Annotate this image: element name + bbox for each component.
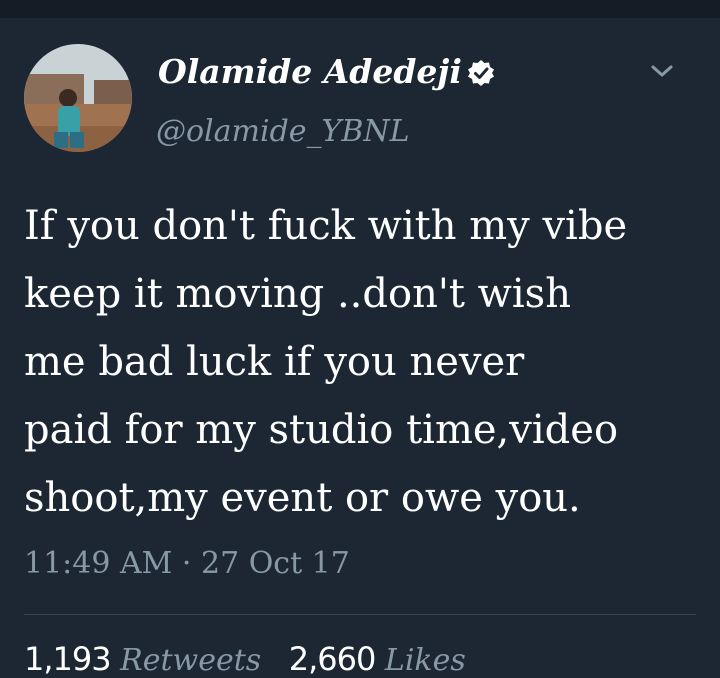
divider — [24, 614, 696, 615]
retweets-label[interactable]: Retweets — [120, 643, 261, 678]
likes-label[interactable]: Likes — [385, 643, 466, 678]
retweets-count[interactable]: 1,193 — [24, 640, 112, 678]
tweet-text: If you don't fuck with my vibe keep it m… — [24, 192, 704, 532]
tweet-line: me bad luck if you never — [24, 339, 525, 385]
user-handle[interactable]: @olamide_YBNL — [156, 114, 410, 149]
tweet-line: If you don't fuck with my vibe — [24, 203, 628, 249]
tweet-line: paid for my studio time,video — [24, 407, 619, 453]
tweet-timestamp[interactable]: 11:49 AM · 27 Oct 17 — [24, 546, 350, 581]
display-name[interactable]: Olamide Adedeji — [158, 52, 462, 91]
verified-badge-icon — [468, 60, 494, 86]
tweet-line: shoot,my event or owe you. — [24, 475, 581, 521]
tweet-line: keep it moving ..don't wish — [24, 271, 571, 317]
tweet-stats: 1,193 Retweets 2,660 Likes — [24, 640, 484, 678]
avatar[interactable] — [24, 44, 132, 152]
top-bar — [0, 0, 720, 18]
chevron-down-icon[interactable] — [648, 60, 676, 82]
likes-count[interactable]: 2,660 — [289, 640, 377, 678]
